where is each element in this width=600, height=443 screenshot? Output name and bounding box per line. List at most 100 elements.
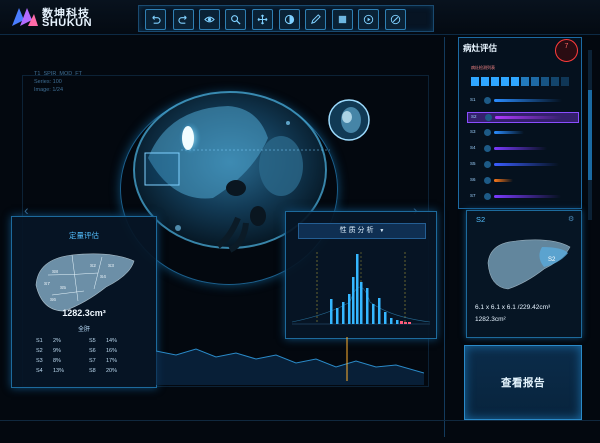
gear-icon[interactable]: ⚙ [568,215,574,223]
segment-row: S4 13% S8 20% [36,368,146,378]
segment-row: S2 9% S6 16% [36,348,146,358]
view-report-button[interactable]: 查看报告 [464,345,582,420]
logo-icon [12,8,38,26]
contrast-button[interactable] [279,9,300,30]
app-name-en: SHUKUN [42,17,93,29]
quant-title: 定量评估 [69,231,99,240]
pan-button[interactable] [252,9,273,30]
segment-name: S1 [36,338,43,344]
segment-area: 1282.3cm² [475,316,506,323]
lesion-dot-icon [484,177,491,184]
segment-pct: 8% [53,358,61,364]
segment-pct: 14% [106,338,118,344]
segment-pct: 13% [53,368,65,374]
redo-button[interactable] [173,9,194,30]
lesion-row-label: S1 [470,97,476,102]
undo-icon [152,15,161,24]
zoom-button[interactable] [225,9,246,30]
lesion-row-s7[interactable]: S7 [467,192,577,201]
lesion-row-label: S3 [470,129,476,134]
segment-pct: 9% [53,348,61,354]
link-button[interactable] [385,9,406,30]
lesion-dot-icon [485,114,492,121]
bottom-divider [0,420,600,421]
segment-name: S5 [89,338,96,344]
property-title: 性 质 分 析 [339,227,374,234]
lesion-row-s4[interactable]: S4 [467,144,577,153]
segment-liver-label: S2 [548,257,556,263]
liver-label-s5: S5 [60,285,66,291]
view-button[interactable] [199,9,220,30]
lesion-dot-icon [484,193,491,200]
segment-detail-title: S2 [476,215,486,224]
segment-row: S1 2% S5 14% [36,338,146,348]
lesion-level-bar [494,131,524,134]
undo-button[interactable] [145,9,166,30]
segment-name: S8 [89,368,96,374]
segment-detail-panel: S2 ⚙ S2 6.1 x 6.1 x 6.1 /229.42cm³ 1282.… [466,210,582,338]
segment-liver-model[interactable]: S2 [484,233,574,293]
lesion-subtitle: 病灶检测列表 [471,65,495,70]
lesion-level-bar [494,195,561,198]
lesion-row-label: S2 [471,114,477,119]
pan-icon [257,14,268,25]
magnifier-pointer [181,149,330,151]
panel-divider [444,37,445,437]
zoom-icon [231,15,241,25]
lesion-row-s3[interactable]: S3 [467,128,577,137]
play-icon [363,14,374,25]
lesion-row-s2[interactable]: S2 [467,112,579,123]
property-dropdown[interactable]: 性 质 分 析 ▼ [298,223,426,239]
total-volume-label: 全肝 [77,327,90,333]
scrollbar-thumb[interactable] [588,90,592,180]
liver-label-s8: S8 [52,269,58,275]
logo: 数坤科技 SHUKUN [12,4,142,30]
contrast-icon [284,14,295,25]
liver-label-s4: S4 [100,274,106,280]
lesion-row-s1[interactable]: S1 [467,96,577,105]
toolbar [138,5,434,32]
segment-pct: 16% [106,348,118,354]
lesion-level-bar [494,147,547,150]
lesion-row-label: S7 [470,193,476,198]
segment-pct: 2% [53,338,61,344]
lesion-row-s6[interactable]: S6 [467,176,577,185]
lesion-level-bar [494,99,562,102]
lesion-row-s5[interactable]: S5 [467,160,577,169]
layer-icon [338,15,347,24]
segment-name: S3 [36,358,43,364]
property-analysis-panel: 性 质 分 析 ▼ [285,211,437,339]
lesion-strip [471,77,569,86]
liver-label-s3: S3 [108,263,114,269]
quant-eval-panel: 定量评估 S2 S3 S4 S8 S7 S5 S6 1282.3cm³ 全肝 S… [11,216,157,388]
lesion-level-bar [494,163,559,166]
property-histogram[interactable] [290,242,432,334]
lesion-eval-panel: 病灶评估 7 病灶检测列表 S1 S2 S3 S4 S5 S6 S7 [458,37,582,209]
redo-icon [178,15,187,24]
segment-name: S4 [36,368,43,374]
link-icon [390,14,401,25]
segment-pct: 17% [106,358,118,364]
lesion-count-badge: 7 [555,39,578,62]
layer-button[interactable] [332,9,353,30]
segment-name: S2 [36,348,43,354]
lesion-dot-icon [484,129,491,136]
lesion-row-label: S4 [470,145,476,150]
total-volume: 1282.3cm³ [62,308,106,318]
lesion-row-label: S6 [470,177,476,182]
lesion-row-label: S5 [470,161,476,166]
pen-icon [311,14,321,24]
lesion-dot-icon [484,97,491,104]
draw-button[interactable] [305,9,326,30]
segment-pct: 20% [106,368,118,374]
lesion-count: 7 [564,43,569,50]
eye-icon [204,16,215,23]
segment-dimensions: 6.1 x 6.1 x 6.1 /229.42cm³ [475,304,551,311]
segment-table: S1 2% S5 14% S2 9% S6 16% S3 8% S7 17% S4 13% S… [36,338,146,378]
liver-model[interactable]: S2 S3 S4 S8 S7 S5 S6 [32,245,138,315]
lesion-title: 病灶评估 [463,43,498,53]
play-button[interactable] [358,9,379,30]
magnifier-inset[interactable] [325,96,377,146]
intensity-curve[interactable] [156,337,424,385]
liver-label-s2: S2 [90,263,96,269]
